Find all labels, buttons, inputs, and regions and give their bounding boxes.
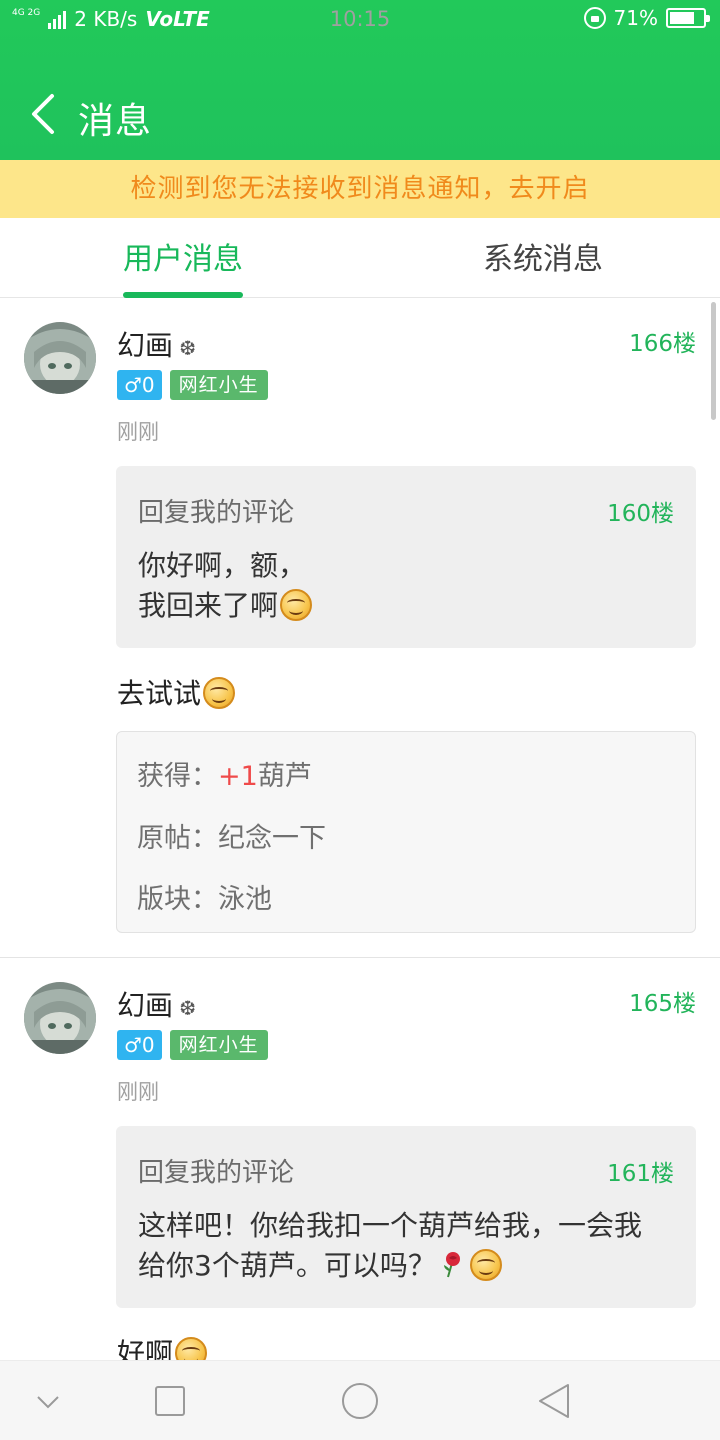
user-badges: ♂0 网红小生 xyxy=(117,1030,268,1060)
smile-emoji-icon xyxy=(203,677,236,709)
system-nav-bar xyxy=(0,1360,720,1440)
status-bar: 4G 2G 2 KB/s VoLTE 10:15 71% xyxy=(0,0,720,38)
quote-line: 给你3个葫芦。可以吗？ xyxy=(138,1249,436,1282)
tab-label: 系统消息 xyxy=(483,242,603,277)
smile-emoji-icon xyxy=(175,1337,208,1360)
board-label: 版块： xyxy=(137,884,218,915)
rotation-lock-icon xyxy=(583,7,606,29)
back-button[interactable] xyxy=(28,92,58,136)
smile-emoji-icon xyxy=(280,589,313,621)
message-time: 刚刚 xyxy=(117,1080,159,1104)
avatar[interactable] xyxy=(24,982,96,1054)
battery-icon xyxy=(666,8,710,28)
quote-text: 这样吧！你给我扣一个葫芦给我，一会我 给你3个葫芦。可以吗？ xyxy=(138,1206,674,1286)
quote-line: 这样吧！你给我扣一个葫芦给我，一会我 xyxy=(138,1209,643,1242)
title-badge: 网红小生 xyxy=(169,1030,268,1060)
quote-line: 我回来了啊 xyxy=(138,589,279,622)
username[interactable]: 幻画 ❆ xyxy=(117,984,196,1024)
snowflake-icon: ❆ xyxy=(173,336,197,360)
snowflake-icon: ❆ xyxy=(173,996,197,1020)
message-item[interactable]: 幻画 ❆ 166楼 ♂0 网红小生 刚刚 回复我的评论 160楼 你好啊，额， … xyxy=(0,298,720,958)
top-bar: 4G 2G 2 KB/s VoLTE 10:15 71% 消息 xyxy=(0,0,720,160)
gender-badge: ♂0 xyxy=(117,370,162,400)
status-right: 71% xyxy=(583,6,710,30)
post-label: 原帖： xyxy=(137,823,218,854)
gender-badge: ♂0 xyxy=(117,1030,162,1060)
quote-floor: 160楼 xyxy=(607,501,674,527)
reward-unit: 葫芦 xyxy=(257,761,312,792)
quote-label: 回复我的评论 xyxy=(138,1158,295,1188)
reward-info-card[interactable]: 获得：+1葫芦 原帖：纪念一下 版块：泳池 xyxy=(116,731,696,933)
tab-user-messages[interactable]: 用户消息 xyxy=(123,218,243,298)
username[interactable]: 幻画 ❆ xyxy=(117,324,196,364)
chevron-left-icon xyxy=(32,94,54,134)
message-time: 刚刚 xyxy=(117,420,159,444)
user-badges: ♂0 网红小生 xyxy=(117,370,268,400)
quote-text: 你好啊，额， 我回来了啊 xyxy=(138,546,674,626)
username-text: 幻画 xyxy=(117,329,174,362)
quote-line: 你好啊，额， xyxy=(138,549,307,582)
tab-bar: 用户消息 系统消息 xyxy=(0,218,720,298)
tab-label: 用户消息 xyxy=(123,242,243,277)
nav-hide-button[interactable] xyxy=(28,1381,68,1421)
app-header: 消息 xyxy=(0,70,720,160)
quote-floor: 161楼 xyxy=(607,1161,674,1187)
quoted-comment[interactable]: 回复我的评论 161楼 这样吧！你给我扣一个葫芦给我，一会我 给你3个葫芦。可以… xyxy=(116,1126,696,1308)
nav-back-button[interactable] xyxy=(534,1381,574,1421)
original-post-row[interactable]: 原帖：纪念一下 xyxy=(137,816,326,855)
notification-permission-banner[interactable]: 检测到您无法接收到消息通知，去开启 xyxy=(0,160,720,218)
reply-text: 去试试 xyxy=(117,672,236,712)
title-badge: 网红小生 xyxy=(169,370,268,400)
reward-amount: +1 xyxy=(218,761,258,792)
square-icon xyxy=(155,1386,185,1416)
reply-content: 去试试 xyxy=(117,677,202,710)
battery-percent: 71% xyxy=(613,6,658,30)
quoted-comment[interactable]: 回复我的评论 160楼 你好啊，额， 我回来了啊 xyxy=(116,466,696,648)
reward-row: 获得：+1葫芦 xyxy=(137,754,312,793)
nav-recents-button[interactable] xyxy=(150,1381,190,1421)
board-name: 泳池 xyxy=(218,884,272,915)
triangle-back-icon xyxy=(539,1384,569,1418)
quote-label: 回复我的评论 xyxy=(138,498,295,528)
smile-emoji-icon xyxy=(469,1249,502,1281)
rose-emoji-icon xyxy=(443,1252,460,1278)
post-title: 纪念一下 xyxy=(218,823,326,854)
reply-content: 好啊 xyxy=(117,1337,174,1360)
reward-label: 获得： xyxy=(137,761,218,792)
message-list[interactable]: 幻画 ❆ 166楼 ♂0 网红小生 刚刚 回复我的评论 160楼 你好啊，额， … xyxy=(0,298,720,1360)
reply-text: 好啊 xyxy=(117,1332,208,1360)
avatar[interactable] xyxy=(24,322,96,394)
message-item[interactable]: 幻画 ❆ 165楼 ♂0 网红小生 刚刚 回复我的评论 161楼 这样吧！你给我… xyxy=(0,958,720,1360)
floor-number: 165楼 xyxy=(629,991,696,1017)
username-text: 幻画 xyxy=(117,989,174,1022)
board-row[interactable]: 版块：泳池 xyxy=(137,877,272,916)
circle-icon xyxy=(342,1383,378,1419)
chevron-down-icon xyxy=(37,1396,59,1409)
floor-number: 166楼 xyxy=(629,331,696,357)
page-title: 消息 xyxy=(78,101,153,142)
tab-system-messages[interactable]: 系统消息 xyxy=(483,218,603,298)
nav-home-button[interactable] xyxy=(340,1381,380,1421)
